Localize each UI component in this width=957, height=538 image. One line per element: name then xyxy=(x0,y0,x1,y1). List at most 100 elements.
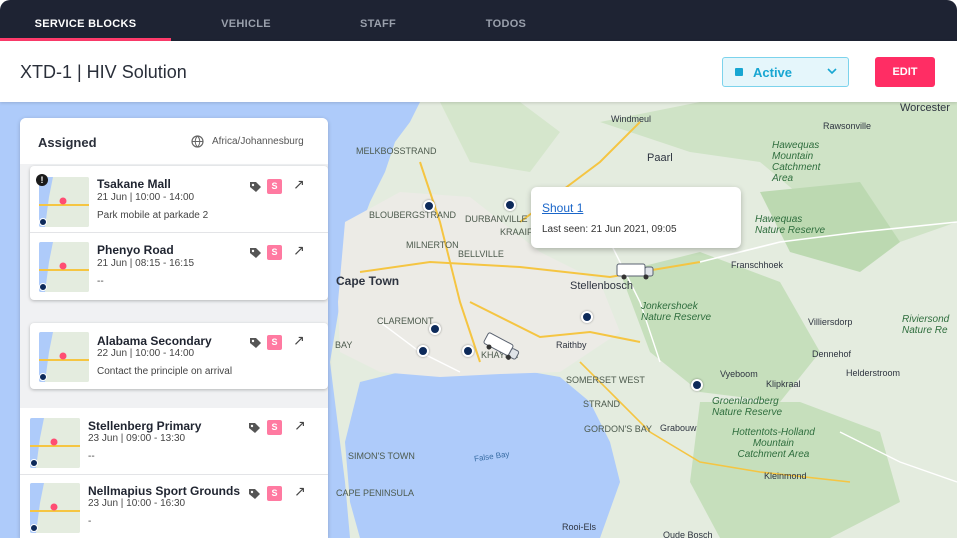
map-label-cape-peninsula: CAPE PENINSULA xyxy=(336,488,415,498)
location-thumbnail xyxy=(39,332,89,382)
chevron-down-icon xyxy=(826,64,838,81)
status-dot xyxy=(39,373,47,381)
map-label-windmeul: Windmeul xyxy=(611,114,652,124)
map-label-hawequas: Hawequas Mountain Catchment Area xyxy=(772,140,821,184)
map-label-kleinmond: Kleinmond xyxy=(764,471,807,481)
map-pin[interactable] xyxy=(417,345,429,357)
edit-button[interactable]: EDIT xyxy=(875,57,935,87)
panel-title: Assigned xyxy=(38,135,97,150)
staff-badge[interactable]: S xyxy=(267,486,282,501)
map-label-milnerton: MILNERTON xyxy=(406,240,459,250)
map-label-jonkershoek: Jonkershoek Nature Reserve xyxy=(641,301,712,323)
item-name: Alabama Secondary xyxy=(97,334,212,348)
item-time: 22 Jun | 10:00 - 14:00 xyxy=(97,348,195,359)
map-pin[interactable] xyxy=(429,323,441,335)
item-name: Stellenberg Primary xyxy=(88,419,202,433)
staff-badge[interactable]: S xyxy=(267,179,282,194)
item-note: Park mobile at parkade 2 xyxy=(97,210,209,221)
list-item[interactable]: Phenyo Road 21 Jun | 08:15 - 16:15 -- S … xyxy=(30,233,328,299)
item-name: Phenyo Road xyxy=(97,243,174,257)
map-pin[interactable] xyxy=(462,345,474,357)
page-title: XTD-1 | HIV Solution xyxy=(20,62,187,82)
service-block-group: Stellenberg Primary 23 Jun | 09:00 - 13:… xyxy=(20,408,328,538)
tag-icon[interactable] xyxy=(248,422,261,435)
tag-icon[interactable] xyxy=(249,337,262,350)
item-time: 23 Jun | 10:00 - 16:30 xyxy=(88,498,186,509)
map-label-strand: STRAND xyxy=(583,399,621,409)
map-label-riviersonderend: Riviersond Nature Re xyxy=(902,314,950,336)
item-name: Nellmapius Sport Grounds xyxy=(88,484,241,498)
map-label-villiersdorp: Villiersdorp xyxy=(808,317,853,327)
map-label-franschhoek: Franschhoek xyxy=(731,260,784,270)
tab-service-blocks[interactable]: SERVICE BLOCKS xyxy=(0,0,171,41)
open-arrow-icon[interactable]: ↗ xyxy=(294,417,306,434)
staff-badge[interactable]: S xyxy=(267,335,282,350)
item-time: 21 Jun | 08:15 - 16:15 xyxy=(97,258,195,269)
assigned-panel: Assigned Africa/Johannesburg ! Tsakane M… xyxy=(20,118,328,538)
item-name: Tsakane Mall xyxy=(97,177,171,191)
tag-icon[interactable] xyxy=(248,488,261,501)
open-arrow-icon[interactable]: ↗ xyxy=(293,242,305,259)
staff-badge[interactable]: S xyxy=(267,420,282,435)
map-label-simons: SIMON'S TOWN xyxy=(348,451,415,461)
list-item[interactable]: Nellmapius Sport Grounds 23 Jun | 10:00 … xyxy=(20,475,328,538)
status-dot xyxy=(39,283,47,291)
map-label-hottentots: Hottentots-Holland Mountain Catchment Ar… xyxy=(732,427,815,460)
location-thumbnail xyxy=(30,483,80,533)
timezone-label: Africa/Johannesburg xyxy=(212,136,304,147)
status-dot xyxy=(39,218,47,226)
open-arrow-icon[interactable]: ↗ xyxy=(293,176,305,193)
map-label-worcester: Worcester xyxy=(900,102,950,114)
list-item[interactable]: Alabama Secondary 22 Jun | 10:00 - 14:00… xyxy=(30,323,328,389)
map-pin[interactable] xyxy=(581,311,593,323)
location-thumbnail xyxy=(39,177,89,227)
tab-todos[interactable]: TODOS xyxy=(431,0,581,41)
tag-icon[interactable] xyxy=(249,247,262,260)
item-note: -- xyxy=(97,276,104,287)
map-label-bay: BAY xyxy=(335,340,353,350)
map-label-rooi-els: Rooi-Els xyxy=(562,522,597,532)
globe-icon xyxy=(191,135,204,148)
panel-header: Assigned Africa/Johannesburg xyxy=(20,118,328,164)
open-arrow-icon[interactable]: ↗ xyxy=(293,332,305,349)
status-label: Active xyxy=(753,65,793,80)
map-pin[interactable] xyxy=(423,200,435,212)
map-label-melkbos: MELKBOSSTRAND xyxy=(356,146,437,156)
open-arrow-icon[interactable]: ↗ xyxy=(294,483,306,500)
map-label-gordons: GORDON'S BAY xyxy=(584,424,653,434)
popup-last-seen: Last seen: 21 Jun 2021, 09:05 xyxy=(542,224,677,235)
map-label-cape-town: Cape Town xyxy=(336,274,400,288)
status-dot xyxy=(30,524,38,532)
popup-vehicle-link[interactable]: Shout 1 xyxy=(542,201,583,215)
map-label-klipkraal: Klipkraal xyxy=(766,379,801,389)
map-pin[interactable] xyxy=(504,199,516,211)
service-block-group: Alabama Secondary 22 Jun | 10:00 - 14:00… xyxy=(30,323,328,389)
status-dot xyxy=(30,459,38,467)
list-item[interactable]: ! Tsakane Mall 21 Jun | 10:00 - 14:00 Pa… xyxy=(30,166,328,232)
item-time: 21 Jun | 10:00 - 14:00 xyxy=(97,192,195,203)
map-label-oude-bosch: Oude Bosch xyxy=(663,530,713,538)
staff-badge[interactable]: S xyxy=(267,245,282,260)
warning-icon: ! xyxy=(36,174,48,186)
status-indicator xyxy=(735,68,743,76)
location-thumbnail xyxy=(39,242,89,292)
map-label-claremont: CLAREMONT xyxy=(377,316,434,326)
top-navigation: SERVICE BLOCKS VEHICLE STAFF TODOS xyxy=(0,0,957,41)
item-note: Contact the principle on arrival xyxy=(97,366,233,377)
map-label-hawequas-nr: Hawequas Nature Reserve xyxy=(755,214,826,236)
map-label-bellville: BELLVILLE xyxy=(458,249,504,259)
tab-vehicle[interactable]: VEHICLE xyxy=(171,0,321,41)
map-label-dennehof: Dennehof xyxy=(812,349,852,359)
map-label-somerset: SOMERSET WEST xyxy=(566,375,645,385)
map-label-vyeboom: Vyeboom xyxy=(720,369,758,379)
status-dropdown[interactable]: Active xyxy=(722,57,849,87)
list-item[interactable]: Stellenberg Primary 23 Jun | 09:00 - 13:… xyxy=(20,408,328,474)
map-label-paarl: Paarl xyxy=(647,152,673,164)
map-pin[interactable] xyxy=(691,379,703,391)
item-note: - xyxy=(88,516,92,527)
map-label-groenlandberg: Groenlandberg Nature Reserve xyxy=(712,396,783,418)
map-label-rawsonville: Rawsonville xyxy=(823,121,872,131)
vehicle-popup: Shout 1 Last seen: 21 Jun 2021, 09:05 xyxy=(531,187,741,248)
map-label-durbanville: DURBANVILLE xyxy=(465,214,528,224)
tag-icon[interactable] xyxy=(249,181,262,194)
